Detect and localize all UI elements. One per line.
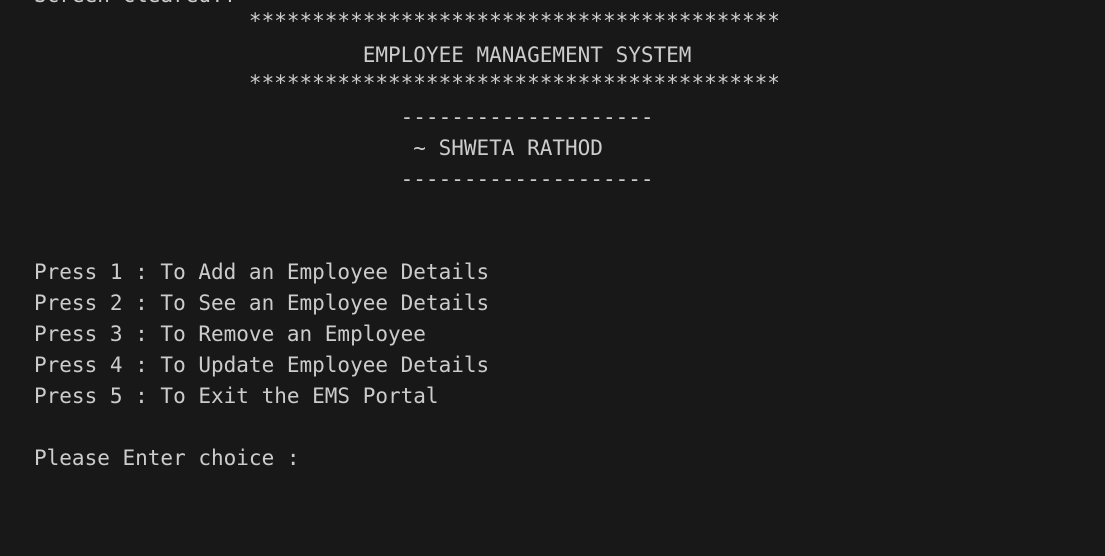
system-title: EMPLOYEE MANAGEMENT SYSTEM [34, 43, 692, 67]
menu-option-add: Press 1 : To Add an Employee Details [34, 260, 490, 284]
dash-divider-top: -------------------- [34, 105, 654, 129]
author-name: ~ SHWETA RATHOD [34, 136, 603, 160]
menu-option-update: Press 4 : To Update Employee Details [34, 353, 490, 377]
stars-border-bottom: ****************************************… [34, 71, 780, 95]
stars-border-top: ****************************************… [34, 9, 780, 33]
terminal-output[interactable]: Screen Cleared!! ***********************… [0, 0, 1105, 556]
dash-divider-bottom: -------------------- [34, 167, 654, 191]
menu-option-exit: Press 5 : To Exit the EMS Portal [34, 384, 439, 408]
menu-option-see: Press 2 : To See an Employee Details [34, 291, 490, 315]
choice-prompt[interactable]: Please Enter choice : [34, 443, 312, 474]
menu-option-remove: Press 3 : To Remove an Employee [34, 322, 426, 346]
